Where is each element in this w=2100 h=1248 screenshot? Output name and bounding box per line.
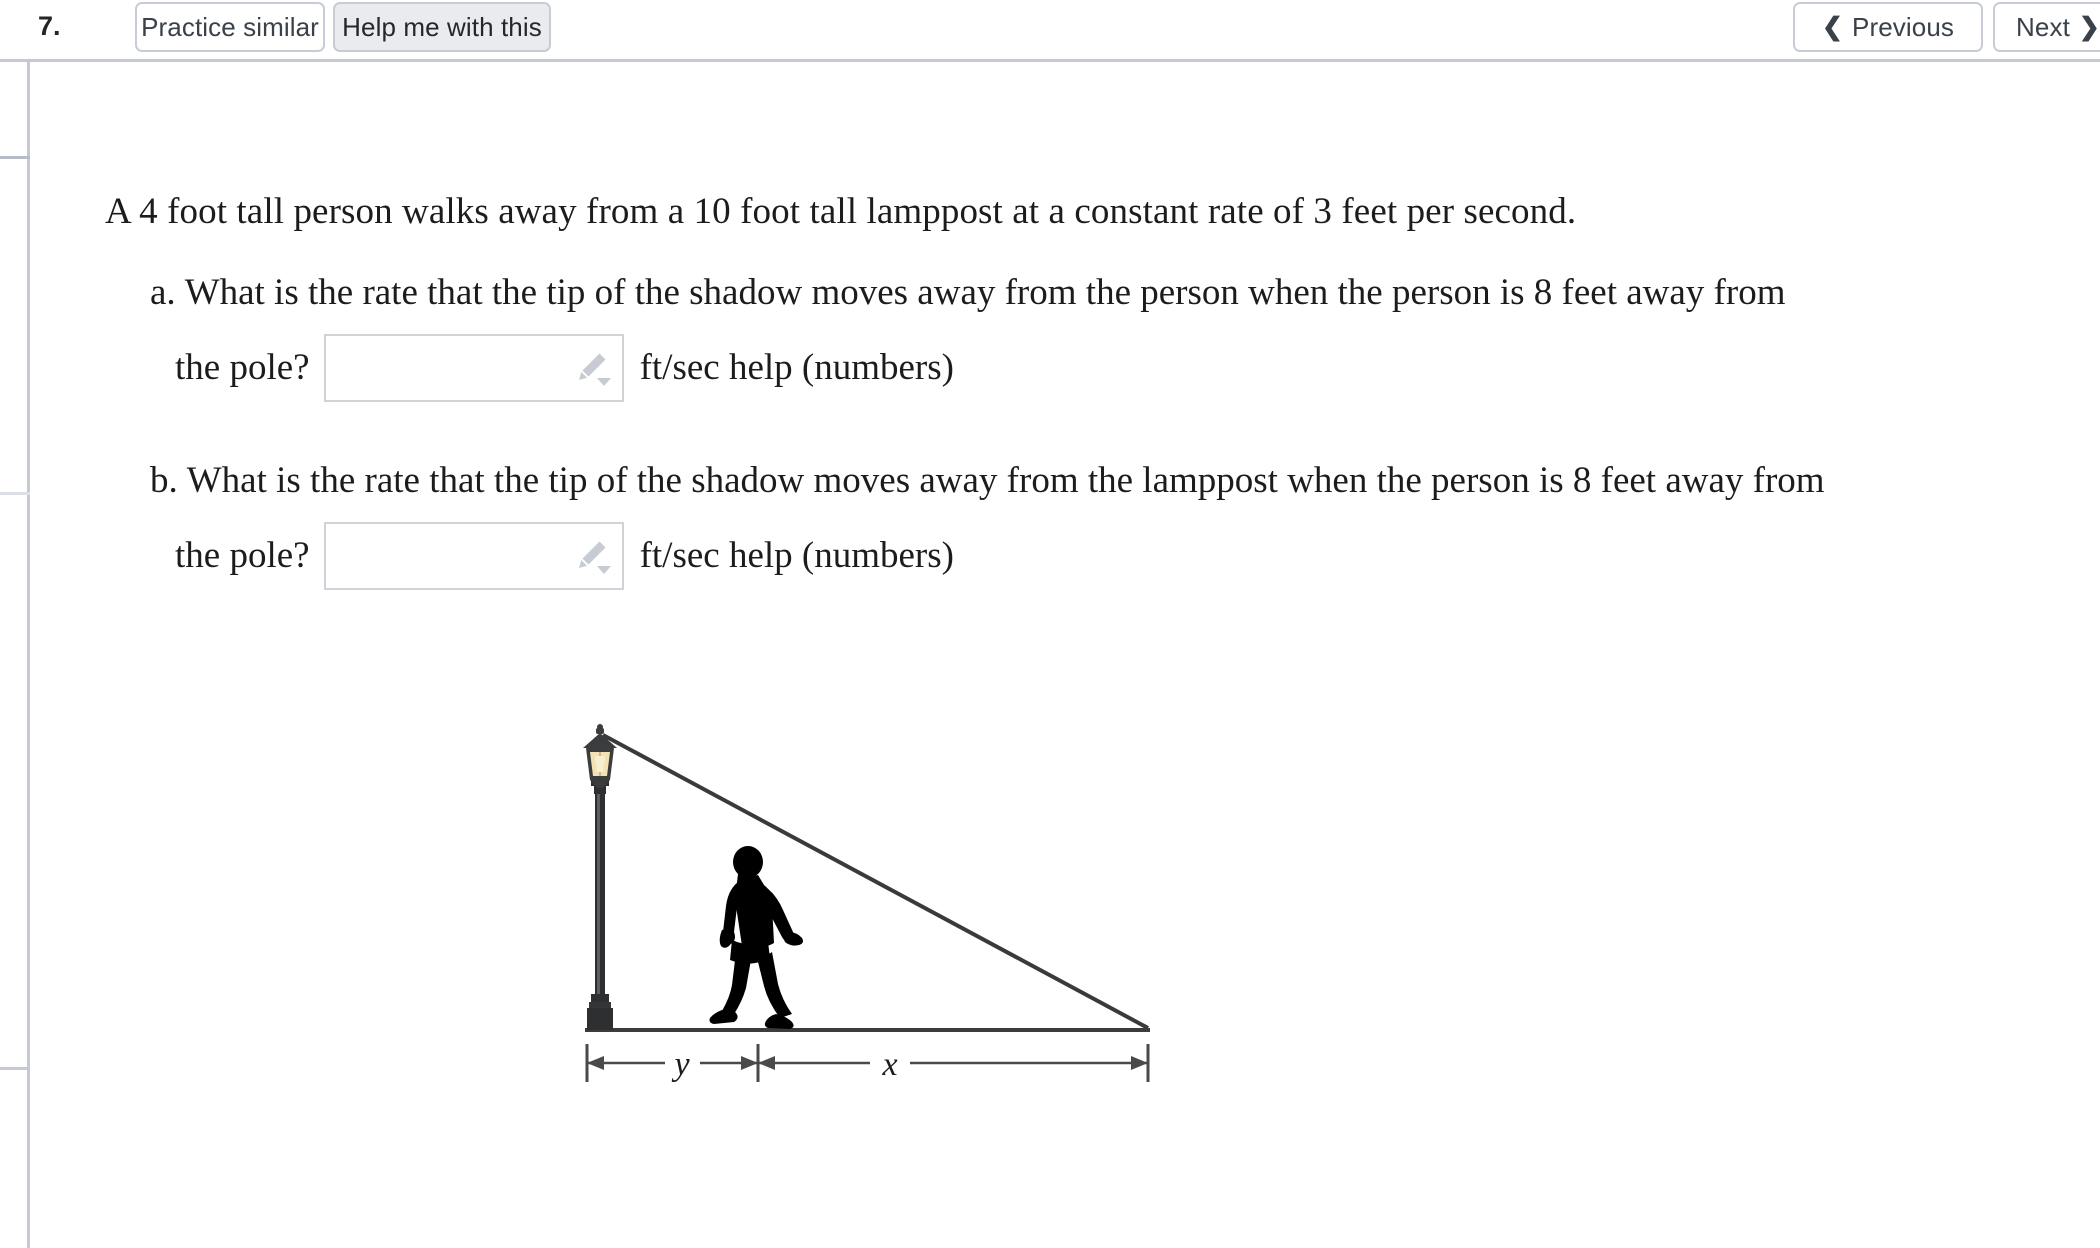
triangle-down-icon <box>596 566 611 574</box>
next-button-label: Next <box>2016 11 2070 42</box>
question-toolbar: 7. Practice similar Help me with this ❮ … <box>0 0 2100 62</box>
part-b-question-line1: What is the rate that the tip of the sha… <box>186 460 1825 501</box>
part-a-question-line1: What is the rate that the tip of the sha… <box>184 272 1786 313</box>
arrowhead-right <box>1131 1056 1148 1070</box>
part-b-units-label: ft/sec help (numbers) <box>639 535 954 576</box>
dimension-label-y: y <box>671 1046 690 1083</box>
lamppost-icon <box>583 724 617 1030</box>
dimension-line-group <box>585 1044 1150 1082</box>
pencil-icon[interactable] <box>572 536 616 576</box>
light-ray-line <box>602 733 1149 1030</box>
part-b-answer-box[interactable] <box>323 522 624 590</box>
walking-person-silhouette <box>709 846 803 1029</box>
lamppost-shadow-diagram: y x <box>570 722 1210 1122</box>
arrowhead-right <box>741 1056 758 1070</box>
previous-button-label: Previous <box>1852 11 1955 42</box>
problem-statement: A 4 foot tall person walks away from a 1… <box>105 191 1577 232</box>
question-number: 7. <box>38 11 61 41</box>
problem-part-a: a. What is the rate that the tip of the s… <box>150 262 2050 402</box>
next-button[interactable]: Next ❯ <box>1993 2 2100 52</box>
chevron-left-icon: ❮ <box>1821 12 1844 41</box>
part-a-question-line2: the pole? <box>175 347 310 388</box>
problem-part-b: b. What is the rate that the tip of the s… <box>150 450 2050 590</box>
arrowhead-left <box>587 1056 604 1070</box>
pencil-icon[interactable] <box>572 348 616 388</box>
arrowhead-left <box>758 1056 775 1070</box>
problem-content: A 4 foot tall person walks away from a 1… <box>0 62 2100 1248</box>
part-a-label: a. <box>150 272 176 313</box>
part-b-question-line2: the pole? <box>175 535 310 576</box>
part-a-units-label: ft/sec help (numbers) <box>639 347 954 388</box>
triangle-down-icon <box>596 378 611 386</box>
part-a-answer-box[interactable] <box>323 334 624 402</box>
part-b-label: b. <box>150 460 178 501</box>
chevron-right-icon: ❯ <box>2078 12 2100 41</box>
previous-button[interactable]: ❮ Previous <box>1793 2 1983 52</box>
help-me-with-this-button[interactable]: Help me with this <box>333 2 551 52</box>
practice-similar-button[interactable]: Practice similar <box>135 2 325 52</box>
dimension-label-x: x <box>881 1046 897 1083</box>
